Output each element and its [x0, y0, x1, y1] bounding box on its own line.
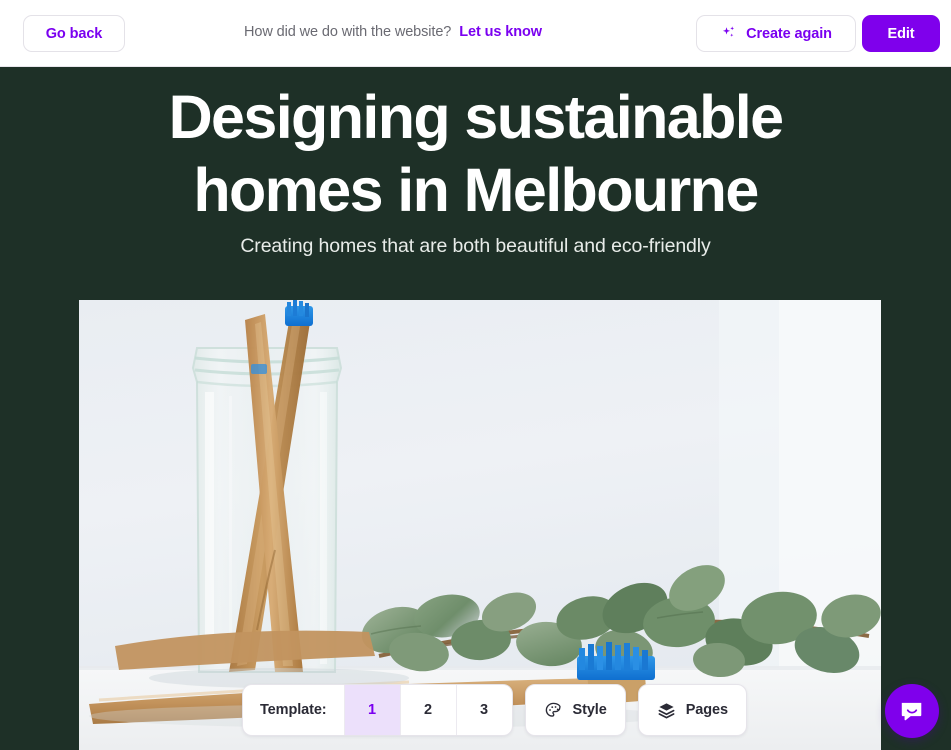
template-selector: Template: 1 2 3: [242, 684, 513, 736]
edit-label: Edit: [887, 25, 915, 42]
app-root: Go back How did we do with the website? …: [0, 0, 951, 750]
create-again-label: Create again: [746, 25, 832, 42]
palette-icon: [544, 701, 563, 720]
layers-icon: [657, 701, 676, 720]
top-toolbar: Go back How did we do with the website? …: [0, 0, 951, 67]
page-title: Designing sustainable homes in Melbourne: [168, 83, 784, 224]
template-label: Template:: [260, 702, 327, 718]
go-back-label: Go back: [45, 25, 103, 42]
hero-image: [79, 300, 881, 750]
create-again-button[interactable]: Create again: [696, 15, 856, 52]
template-option-2[interactable]: 2: [399, 685, 456, 735]
style-button[interactable]: Style: [524, 684, 626, 736]
feedback-prompt: How did we do with the website? Let us k…: [244, 24, 542, 40]
let-us-know-link[interactable]: Let us know: [459, 24, 542, 40]
style-label: Style: [572, 702, 607, 718]
template-option-3[interactable]: 3: [455, 685, 512, 735]
website-preview-canvas[interactable]: Designing sustainable homes in Melbourne…: [0, 67, 951, 750]
sparkles-icon: [720, 25, 737, 42]
edit-button[interactable]: Edit: [862, 15, 940, 52]
editor-toolbar: Template: 1 2 3 Style Pages: [242, 684, 747, 736]
go-back-button[interactable]: Go back: [23, 15, 125, 52]
chat-bubble-icon: [899, 698, 925, 724]
pages-button[interactable]: Pages: [637, 684, 747, 736]
page-subtitle: Creating homes that are both beautiful a…: [240, 235, 711, 257]
pages-label: Pages: [685, 702, 728, 718]
template-option-1[interactable]: 1: [343, 685, 400, 735]
chat-launcher-button[interactable]: [885, 684, 939, 738]
feedback-question-text: How did we do with the website?: [244, 24, 452, 40]
